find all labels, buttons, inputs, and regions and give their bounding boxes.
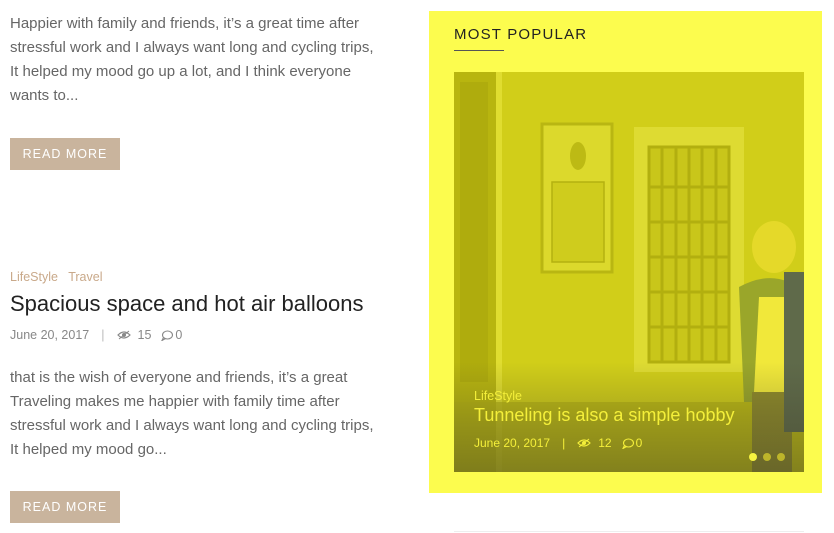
popular-post-slide[interactable]: LifeStyle Tunneling is also a simple hob… (454, 72, 804, 472)
title-underline (454, 50, 504, 51)
comment-count: 0 (175, 328, 183, 342)
slider-dot[interactable] (763, 453, 771, 461)
eye-icon (116, 330, 131, 340)
eye-icon (577, 438, 592, 448)
slide-title[interactable]: Tunneling is also a simple hobby (474, 405, 734, 426)
widget-title: MOST POPULAR (454, 26, 588, 43)
post-excerpt: that is the wish of everyone and friends… (10, 369, 374, 458)
slider-dot[interactable] (749, 453, 757, 461)
view-count: 15 (137, 328, 152, 342)
post-meta: June 20, 2017 | 15 0 (10, 328, 182, 342)
slide-date: June 20, 2017 (474, 436, 551, 450)
slide-category[interactable]: LifeStyle (474, 389, 522, 403)
meta-separator: | (562, 436, 566, 450)
post-categories: LifeStyle Travel (10, 270, 109, 284)
meta-separator: | (101, 328, 105, 342)
read-more-button[interactable]: READ MORE (10, 491, 120, 523)
post-date: June 20, 2017 (10, 328, 90, 342)
read-more-button[interactable]: READ MORE (10, 138, 120, 170)
slide-meta: June 20, 2017 | 12 0 (474, 436, 642, 450)
slide-comment-count: 0 (635, 436, 643, 450)
comment-count-link[interactable]: 0 (161, 328, 182, 342)
divider (454, 531, 804, 532)
comment-icon (621, 437, 634, 449)
category-link[interactable]: LifeStyle (10, 270, 58, 284)
comment-icon (161, 329, 174, 341)
slider-pagination (749, 453, 785, 461)
post-title[interactable]: Spacious space and hot air balloons (10, 291, 363, 317)
slider-dot[interactable] (777, 453, 785, 461)
slide-view-count: 12 (598, 436, 612, 450)
comment-count-link[interactable]: 0 (621, 436, 643, 450)
most-popular-widget: MOST POPULAR LifeStyle Tunneling is also… (429, 11, 822, 493)
category-link[interactable]: Travel (68, 270, 102, 284)
post-excerpt: Happier with family and friends, it’s a … (10, 15, 374, 104)
